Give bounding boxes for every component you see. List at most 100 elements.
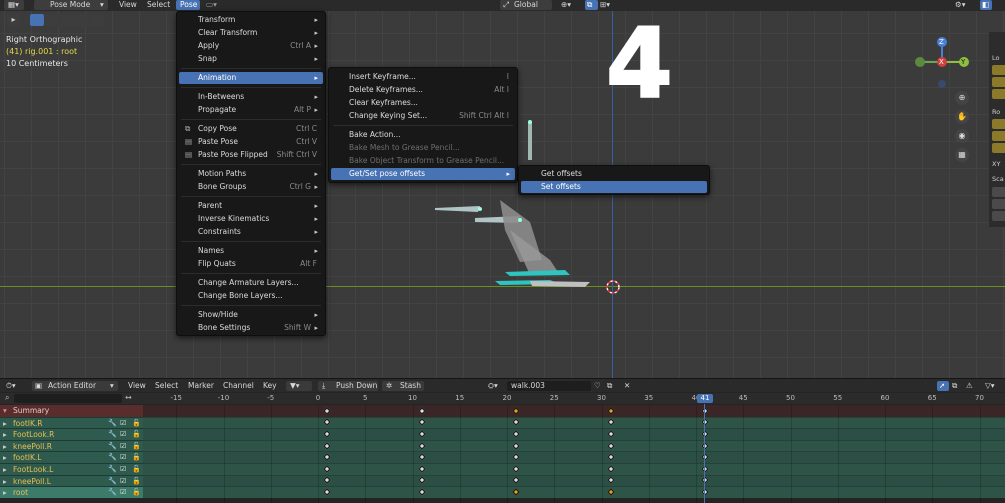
- scale-z-field[interactable]: [992, 211, 1005, 221]
- pivot-icon[interactable]: ⊕▾: [561, 0, 571, 10]
- editor-type-icon[interactable]: ⏱▾: [6, 381, 16, 391]
- pose-menu-apply[interactable]: Apply Ctrl A ▸: [179, 40, 323, 52]
- pose-menu-propagate[interactable]: Propagate Alt P ▸: [179, 104, 323, 116]
- show-hidden-icon[interactable]: ⧉: [952, 381, 957, 391]
- pose-menu-motion-paths[interactable]: Motion Paths ▸: [179, 168, 323, 180]
- pose-menu-transform[interactable]: Transform ▸: [179, 14, 323, 26]
- pose-menu-copy-pose[interactable]: ⧉ Copy Pose Ctrl C: [179, 123, 323, 135]
- pose-menu-snap[interactable]: Snap ▸: [179, 53, 323, 65]
- checkbox-icon[interactable]: ☑: [120, 487, 126, 499]
- summary-key-row[interactable]: [143, 405, 1005, 417]
- current-frame-indicator[interactable]: 41: [697, 394, 713, 403]
- filter-icon[interactable]: ▽▾: [985, 381, 995, 391]
- ae-menu-select[interactable]: Select: [155, 381, 178, 391]
- pose-menu-animation[interactable]: Animation ▸: [179, 72, 323, 84]
- select-subtract-mode-button[interactable]: [60, 14, 74, 26]
- channel-key-row[interactable]: [143, 439, 1005, 452]
- select-invert-mode-button[interactable]: [75, 14, 89, 26]
- pose-menu-paste-pose-flipped[interactable]: ▤ Paste Pose Flipped Shift Ctrl V: [179, 149, 323, 161]
- pan-hand-icon[interactable]: ✋: [955, 110, 969, 124]
- ae-menu-marker[interactable]: Marker: [188, 381, 214, 391]
- channel-search-input[interactable]: [14, 394, 122, 403]
- location-y-field[interactable]: [992, 77, 1005, 87]
- 3d-cursor[interactable]: [604, 278, 622, 296]
- channel-key-row[interactable]: [143, 451, 1005, 463]
- channel-key-row[interactable]: [143, 416, 1005, 429]
- grid-perspective-icon[interactable]: ▦: [955, 148, 969, 162]
- snap-options-icon[interactable]: ⊞▾: [600, 0, 610, 10]
- pose-menu-flip-quats[interactable]: Flip Quats Alt F: [179, 258, 323, 270]
- channel-row[interactable]: ▸ kneePoll.R 🔧 ☑ 🔓: [0, 439, 143, 452]
- anim-menu-bake-action[interactable]: Bake Action...: [331, 129, 515, 141]
- channel-row[interactable]: ▸ FootLook.L 🔧 ☑ 🔓: [0, 463, 143, 475]
- gizmo-toggle-icon[interactable]: ⚙▾: [955, 0, 966, 10]
- pose-menu-names[interactable]: Names ▸: [179, 245, 323, 257]
- pose-menu-inverse-kinematics[interactable]: Inverse Kinematics ▸: [179, 213, 323, 225]
- select-extend-mode-button[interactable]: [45, 14, 59, 26]
- pose-menu-change-bone-layers[interactable]: Change Bone Layers...: [179, 290, 323, 302]
- ae-menu-view[interactable]: View: [128, 381, 146, 391]
- channel-search-icon[interactable]: ⌕: [5, 393, 9, 403]
- lock-icon[interactable]: 🔓: [132, 487, 141, 499]
- anim-menu-clear-keyframes[interactable]: Clear Keyframes...: [331, 97, 515, 109]
- zoom-icon[interactable]: ⊕: [955, 91, 969, 105]
- duplicate-action-icon[interactable]: ⧉: [607, 381, 612, 391]
- pose-menu-bone-groups[interactable]: Bone Groups Ctrl G ▸: [179, 181, 323, 193]
- ae-menu-channel[interactable]: Channel: [223, 381, 254, 391]
- playhead-line[interactable]: [704, 404, 705, 503]
- rotation-mode-field[interactable]: XY: [992, 160, 1000, 168]
- rotation-x-field[interactable]: [992, 119, 1005, 129]
- unlink-action-icon[interactable]: ✕: [624, 381, 630, 391]
- wrench-icon[interactable]: 🔧: [108, 487, 117, 499]
- pose-menu-parent[interactable]: Parent ▸: [179, 200, 323, 212]
- ruler-tick-label: 65: [927, 394, 937, 402]
- pose-menu-clear-transform[interactable]: Clear Transform ▸: [179, 27, 323, 39]
- channel-key-row[interactable]: [143, 486, 1005, 498]
- pose-menu-change-armature-layers[interactable]: Change Armature Layers...: [179, 277, 323, 289]
- scale-x-field[interactable]: [992, 187, 1005, 197]
- camera-icon[interactable]: ◉: [955, 129, 969, 143]
- select-intersect-mode-button[interactable]: [90, 14, 104, 26]
- select-box-mode-button[interactable]: [30, 14, 44, 26]
- channel-summary[interactable]: ▾ Summary: [0, 405, 143, 417]
- errors-warning-icon[interactable]: ⚠: [966, 381, 973, 391]
- expand-arrow-icon[interactable]: ▾: [3, 405, 7, 417]
- pose-menu-show-hide[interactable]: Show/Hide ▸: [179, 309, 323, 321]
- location-x-field[interactable]: [992, 65, 1005, 75]
- pose-menu-in-betweens[interactable]: In-Betweens ▸: [179, 91, 323, 103]
- channel-row[interactable]: ▸ root 🔧 ☑ 🔓: [0, 486, 143, 498]
- channel-row[interactable]: ▸ FootLook.R 🔧 ☑ 🔓: [0, 428, 143, 440]
- select-tool-button[interactable]: ▸: [7, 14, 20, 26]
- action-browse-icon[interactable]: ⛭▾: [488, 381, 498, 391]
- menu-select[interactable]: Select: [147, 0, 170, 10]
- channel-row[interactable]: ▸ footIK.L 🔧 ☑ 🔓: [0, 451, 143, 463]
- ae-menu-key[interactable]: Key: [263, 381, 277, 391]
- rotation-z-field[interactable]: [992, 143, 1005, 153]
- anim-menu-get-set-pose-offsets[interactable]: Get/Set pose offsets ▸: [331, 168, 515, 180]
- offsets-menu-get-offsets[interactable]: Get offsets: [521, 168, 707, 180]
- object-menu-icon[interactable]: ▭▾: [206, 0, 217, 10]
- rotation-y-field[interactable]: [992, 131, 1005, 141]
- anim-menu-change-keying-set[interactable]: Change Keying Set... Shift Ctrl Alt I: [331, 110, 515, 122]
- pose-menu-constraints[interactable]: Constraints ▸: [179, 226, 323, 238]
- expand-arrow-icon[interactable]: ▸: [3, 487, 7, 499]
- offsets-menu-set-offsets[interactable]: Set offsets: [521, 181, 707, 193]
- pose-menu-bone-settings[interactable]: Bone Settings Shift W ▸: [179, 322, 323, 334]
- location-z-field[interactable]: [992, 89, 1005, 99]
- channel-row[interactable]: ▸ kneePoll.L 🔧 ☑ 🔓: [0, 474, 143, 487]
- pose-menu-paste-pose[interactable]: ▤ Paste Pose Ctrl V: [179, 136, 323, 148]
- swap-arrows-icon[interactable]: ↔: [125, 393, 132, 402]
- anim-menu-delete-keyframes[interactable]: Delete Keyframes... Alt I: [331, 84, 515, 96]
- channel-key-row[interactable]: [143, 463, 1005, 475]
- fake-user-icon[interactable]: ♡: [594, 381, 601, 391]
- menu-view[interactable]: View: [119, 0, 137, 10]
- submenu-arrow-icon: ▸: [314, 202, 318, 210]
- anim-menu-insert-keyframe[interactable]: Insert Keyframe... I: [331, 71, 515, 83]
- 3d-viewport[interactable]: 4 ▦▾ Pose Mode ▾ View Select Pose ▭▾ ⤢ G…: [0, 0, 1005, 378]
- scale-y-field[interactable]: [992, 199, 1005, 209]
- dopesheet-area[interactable]: [143, 405, 1005, 503]
- frame-ruler[interactable]: ⌕ ↔ -15 -10 -5 0 5 10 15 20 25 30 35 40 45 50 55 60 65 70…: [0, 393, 1005, 404]
- channel-row[interactable]: ▸ footIK.R 🔧 ☑ 🔓: [0, 416, 143, 429]
- channel-key-row[interactable]: [143, 428, 1005, 440]
- channel-key-row[interactable]: [143, 474, 1005, 487]
